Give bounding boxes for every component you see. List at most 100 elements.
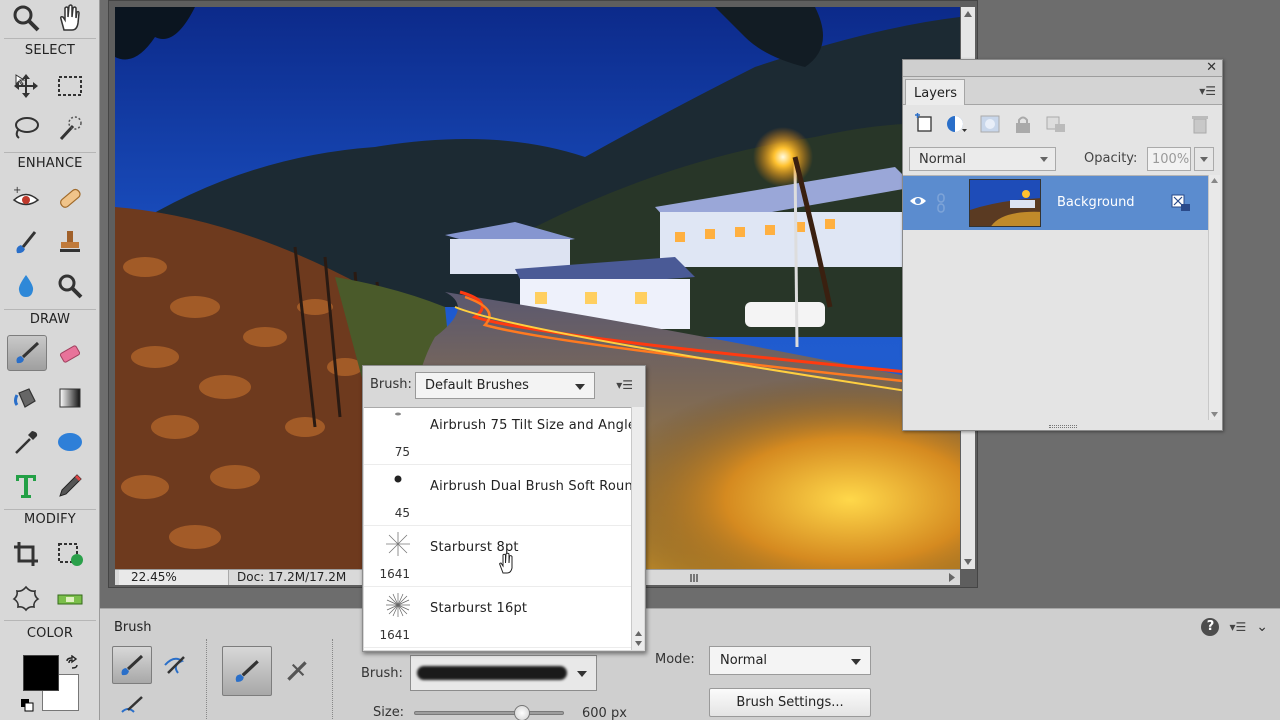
panel-menu-icon[interactable]: ▾☰ <box>1199 84 1216 98</box>
layer-name[interactable]: Background <box>1057 195 1135 210</box>
document-size: Doc: 17.2M/17.2M <box>237 570 347 584</box>
crop-tool[interactable] <box>6 536 46 572</box>
blur-tool[interactable] <box>6 268 46 304</box>
default-colors-icon[interactable] <box>20 698 34 712</box>
layer-mask-icon[interactable] <box>979 113 1001 135</box>
brush-item-name: Airbrush Dual Brush Soft Round <box>430 479 632 494</box>
size-slider-handle[interactable] <box>513 705 530 720</box>
brush-set-select[interactable]: Default Brushes <box>415 372 595 399</box>
toolbox: SELECT ENHANCE + DRAW MODIFY COLOR <box>0 0 100 720</box>
size-value[interactable]: 600 px <box>582 706 627 720</box>
red-eye-tool[interactable]: + <box>6 180 46 216</box>
scroll-up-icon[interactable] <box>635 631 642 636</box>
brush-tool[interactable] <box>7 335 47 371</box>
marquee-icon <box>58 76 82 96</box>
quick-selection-tool[interactable] <box>50 110 90 146</box>
eyedropper-tool[interactable] <box>6 424 46 460</box>
brush-settings-button[interactable]: Brush Settings... <box>709 688 871 717</box>
layer-row-background[interactable]: Background <box>903 176 1210 230</box>
cookie-cutter-tool[interactable] <box>6 580 46 616</box>
color-replacement-button[interactable] <box>112 687 152 720</box>
swap-colors-icon[interactable] <box>64 655 80 671</box>
lasso-tool[interactable] <box>6 110 46 146</box>
brush-item-size: 45 <box>394 506 410 520</box>
smart-brush-tool[interactable] <box>6 224 46 260</box>
scroll-down-icon[interactable] <box>1211 412 1218 417</box>
brush-icon <box>16 341 40 364</box>
opacity-field[interactable]: 100% <box>1147 147 1191 171</box>
visibility-eye-icon[interactable] <box>909 194 927 208</box>
spot-healing-tool[interactable] <box>50 180 90 216</box>
ellipse-tool[interactable] <box>50 424 90 460</box>
straighten-tool[interactable] <box>50 580 90 616</box>
eyedropper-icon <box>15 431 38 454</box>
brush-icon <box>121 654 144 676</box>
paint-bucket-tool[interactable] <box>6 380 46 416</box>
brush-item-size: 1641 <box>379 628 410 642</box>
layers-panel-titlebar[interactable]: ✕ <box>903 60 1222 77</box>
impressionist-brush-button[interactable] <box>154 646 194 684</box>
move-tool[interactable] <box>6 68 46 104</box>
link-icon[interactable] <box>936 193 946 213</box>
blend-mode-value: Normal <box>919 152 967 167</box>
help-icon[interactable]: ? <box>1201 618 1220 636</box>
airbrush-button[interactable] <box>272 646 322 696</box>
hand-tool[interactable] <box>50 0 90 36</box>
layers-scrollbar[interactable] <box>1208 175 1220 420</box>
zoom-tool[interactable] <box>6 0 46 36</box>
trash-icon[interactable] <box>1189 113 1211 135</box>
brush-label: Brush: <box>361 666 403 681</box>
options-menu-icon[interactable]: ▾☰ <box>1229 620 1246 634</box>
divider <box>332 639 333 719</box>
brush-list: Airbrush 75 Tilt Size and Angle 75 Airbr… <box>364 407 632 650</box>
lock-transparent-icon[interactable] <box>1045 113 1067 135</box>
section-select-label: SELECT <box>24 43 76 58</box>
rectangular-marquee-tool[interactable] <box>50 68 90 104</box>
scroll-down-icon[interactable] <box>635 641 642 646</box>
opacity-dropdown-button[interactable] <box>1194 147 1214 171</box>
lock-all-icon[interactable] <box>1012 113 1034 135</box>
section-draw-label: DRAW <box>29 312 71 327</box>
ellipse-icon <box>58 433 82 451</box>
airbrush-off-button[interactable] <box>222 646 272 696</box>
mode-select[interactable]: Normal <box>709 646 871 675</box>
new-layer-icon[interactable] <box>913 113 935 135</box>
size-slider[interactable] <box>414 705 564 720</box>
divider <box>4 152 96 153</box>
foreground-color-swatch[interactable] <box>23 655 59 691</box>
gradient-tool[interactable] <box>50 380 90 416</box>
options-title: Brush <box>114 620 152 635</box>
brush-item[interactable]: Airbrush Dual Brush Soft Round 45 <box>364 465 632 526</box>
clone-stamp-tool[interactable] <box>50 224 90 260</box>
scroll-up-icon[interactable] <box>964 11 972 17</box>
section-modify-label: MODIFY <box>24 512 76 527</box>
popup-menu-icon[interactable]: ▾☰ <box>616 378 633 392</box>
recompose-tool[interactable] <box>50 536 90 572</box>
panel-resize-grip[interactable] <box>1049 425 1077 428</box>
gradient-icon <box>59 388 81 408</box>
scroll-down-icon[interactable] <box>964 559 972 565</box>
pencil-tool[interactable] <box>50 468 90 504</box>
tab-layers[interactable]: Layers <box>905 79 965 106</box>
brush-mode-button[interactable] <box>112 646 152 684</box>
scroll-right-icon[interactable] <box>949 573 955 582</box>
hand-icon <box>60 4 80 31</box>
hand-cursor-icon <box>499 552 513 574</box>
impressionist-brush-icon <box>164 656 185 674</box>
brush-list-scrollbar[interactable] <box>631 407 644 650</box>
brush-picker-popup: Brush: Default Brushes ▾☰ Airbrush 75 Ti… <box>362 365 646 652</box>
airbrush-icon <box>287 661 307 681</box>
brush-item[interactable]: Starburst 16pt 1641 <box>364 587 632 648</box>
blend-mode-select[interactable]: Normal <box>909 147 1056 171</box>
type-tool[interactable] <box>6 468 46 504</box>
close-icon[interactable]: ✕ <box>1206 60 1217 76</box>
divider <box>206 639 207 719</box>
zoom-level[interactable]: 22.45% <box>119 570 229 585</box>
scroll-up-icon[interactable] <box>1211 178 1218 183</box>
collapse-chevron-icon[interactable]: ⌄ <box>1256 619 1268 635</box>
eraser-tool[interactable] <box>50 336 90 372</box>
sponge-tool[interactable] <box>50 268 90 304</box>
brush-picker[interactable] <box>410 655 597 691</box>
brush-item[interactable]: Airbrush 75 Tilt Size and Angle 75 <box>364 408 632 465</box>
adjustment-layer-icon[interactable] <box>945 113 967 135</box>
